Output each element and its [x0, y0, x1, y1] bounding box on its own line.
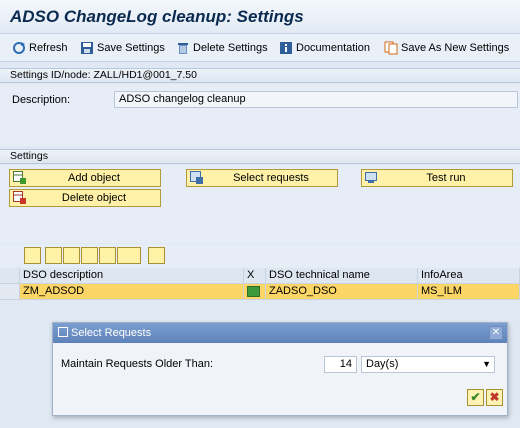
- select-requests-icon: [190, 171, 203, 184]
- sort-ascending-icon[interactable]: [45, 247, 62, 264]
- cell-infoarea: MS_ILM: [418, 284, 520, 300]
- save-settings-label: Save Settings: [97, 42, 165, 54]
- delete-table-icon: [13, 191, 26, 204]
- description-label: Description:: [12, 94, 71, 106]
- dialog-title: Select Requests: [71, 327, 152, 339]
- select-requests-button[interactable]: Select requests: [186, 169, 338, 187]
- test-run-label: Test run: [426, 172, 466, 184]
- title-bar: ADSO ChangeLog cleanup: Settings: [0, 0, 520, 34]
- details-icon[interactable]: [24, 247, 41, 264]
- window-title: ADSO ChangeLog cleanup: Settings: [10, 7, 304, 26]
- checkbox-icon[interactable]: [247, 286, 260, 297]
- close-icon[interactable]: ✕: [489, 326, 503, 340]
- settings-id-panel: Description: ADSO changelog cleanup: [0, 84, 520, 146]
- delete-settings-button[interactable]: Delete Settings: [176, 39, 268, 57]
- find-next-icon[interactable]: [99, 247, 116, 264]
- trash-icon: [178, 43, 188, 54]
- settings-id-header: Settings ID/node: ZALL/HD1@001_7.50: [0, 68, 520, 83]
- dialog-title-bar: Select Requests ✕: [53, 323, 507, 343]
- table-row[interactable]: ZM_ADSOD ZADSO_DSO MS_ILM: [0, 284, 520, 300]
- filter-icon[interactable]: [117, 247, 141, 264]
- column-header-dso-technical-name[interactable]: DSO technical name: [266, 268, 418, 284]
- layout-icon[interactable]: [148, 247, 165, 264]
- delete-object-label: Delete object: [61, 192, 127, 204]
- unit-select-value: Day(s): [366, 358, 399, 370]
- delete-object-button[interactable]: Delete object: [9, 189, 161, 207]
- documentation-button[interactable]: Documentation: [279, 39, 370, 57]
- column-header-x[interactable]: X: [244, 268, 266, 284]
- save-as-new-settings-label: Save As New Settings: [401, 42, 510, 54]
- chevron-down-icon: ▼: [482, 359, 491, 369]
- refresh-icon: [13, 42, 25, 54]
- row-selector[interactable]: [0, 284, 20, 300]
- select-requests-dialog: Select Requests ✕ Maintain Requests Olde…: [52, 322, 508, 416]
- cell-dso-technical-name: ZADSO_DSO: [266, 284, 418, 300]
- add-object-button[interactable]: Add object: [9, 169, 161, 187]
- settings-header: Settings: [0, 149, 520, 164]
- grid-toolbar: [0, 244, 520, 268]
- sort-descending-icon[interactable]: [63, 247, 80, 264]
- select-requests-label: Select requests: [233, 172, 309, 184]
- test-run-button[interactable]: Test run: [361, 169, 513, 187]
- table-header-row: DSO description X DSO technical name Inf…: [0, 268, 520, 284]
- save-icon: [81, 42, 93, 54]
- documentation-label: Documentation: [296, 42, 370, 54]
- days-input[interactable]: 14: [324, 356, 357, 373]
- add-table-icon: [13, 171, 26, 184]
- application-toolbar: Refresh Save Settings Delete Settings Do…: [0, 34, 520, 62]
- cancel-button[interactable]: ✖: [486, 389, 503, 406]
- maintain-requests-label: Maintain Requests Older Than:: [61, 358, 214, 370]
- save-as-new-settings-button[interactable]: Save As New Settings: [384, 39, 509, 57]
- add-object-label: Add object: [68, 172, 120, 184]
- settings-id-header-text: Settings ID/node: ZALL/HD1@001_7.50: [10, 69, 197, 81]
- cell-dso-description: ZM_ADSOD: [20, 284, 244, 300]
- settings-header-text: Settings: [10, 150, 48, 162]
- refresh-button[interactable]: Refresh: [12, 39, 68, 57]
- column-header-infoarea[interactable]: InfoArea: [418, 268, 520, 284]
- save-settings-button[interactable]: Save Settings: [80, 39, 165, 57]
- settings-panel: Add object Select requests Test run Dele…: [0, 165, 520, 243]
- find-icon[interactable]: [81, 247, 98, 264]
- cell-x[interactable]: [244, 284, 266, 300]
- info-icon: [280, 42, 292, 54]
- test-run-icon: [365, 172, 377, 183]
- ok-button[interactable]: ✔: [467, 389, 484, 406]
- delete-settings-label: Delete Settings: [193, 42, 268, 54]
- dialog-window-icon: [58, 327, 68, 337]
- refresh-label: Refresh: [29, 42, 68, 54]
- copy-icon: [384, 41, 398, 55]
- description-field[interactable]: ADSO changelog cleanup: [114, 91, 518, 108]
- unit-select[interactable]: Day(s) ▼: [361, 356, 495, 373]
- column-header-dso-description[interactable]: DSO description: [20, 268, 244, 284]
- select-all-icon[interactable]: [0, 268, 20, 284]
